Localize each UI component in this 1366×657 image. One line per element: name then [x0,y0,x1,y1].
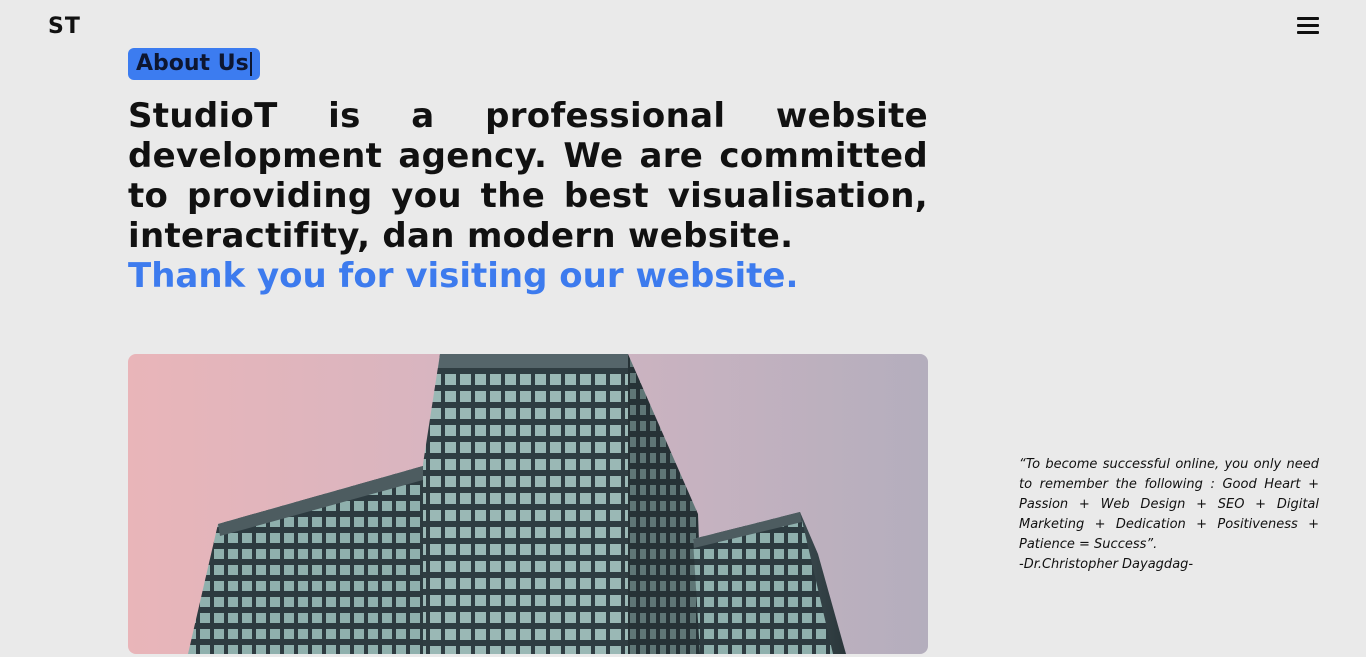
about-us-label: About Us [136,51,249,76]
site-logo[interactable]: ST [48,14,81,39]
testimonial-quote: “To become successful online, you only n… [1019,455,1319,575]
hamburger-menu-icon[interactable] [1297,17,1319,37]
quote-author: -Dr.Christopher Dayagdag- [1019,557,1194,572]
about-us-badge: About Us [128,48,260,80]
page: ST About Us StudioT is a professional we… [0,0,1366,657]
text-cursor [249,52,252,76]
office-building-photo [128,354,928,654]
quote-text: “To become successful online, you only n… [1019,457,1319,552]
thank-you-text: Thank you for visiting our website. [128,256,799,296]
about-headline: StudioT is a professional website develo… [128,96,928,256]
